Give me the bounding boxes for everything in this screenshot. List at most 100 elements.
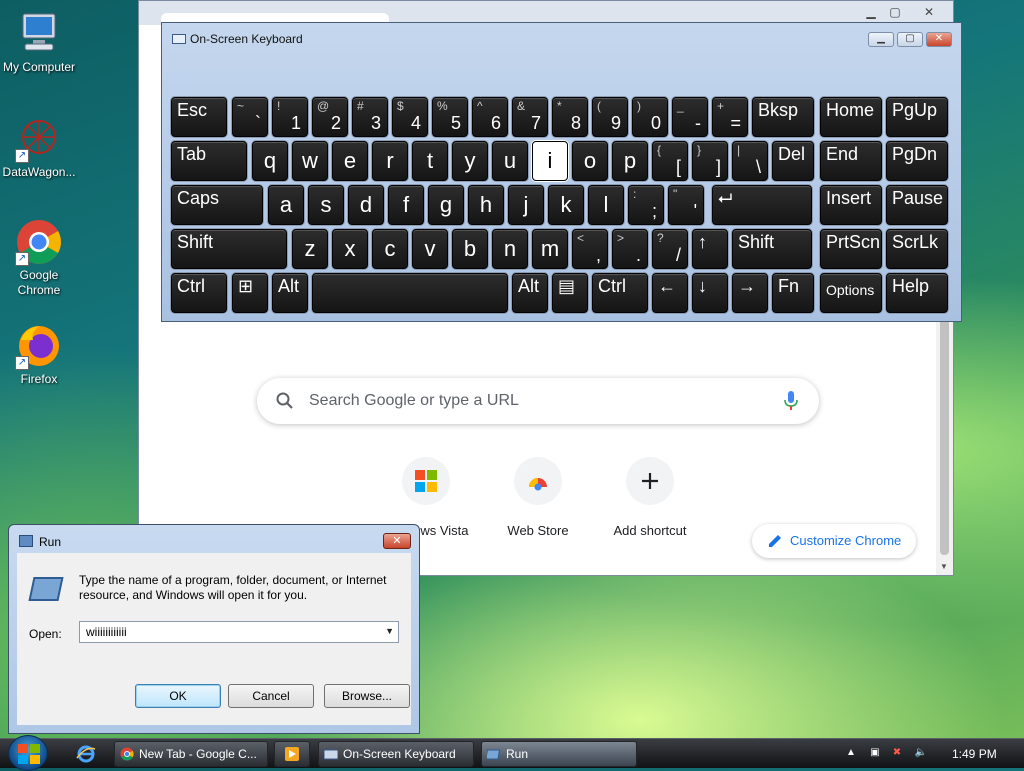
open-input[interactable] [84, 624, 374, 640]
key-v[interactable]: v [412, 229, 448, 269]
clock[interactable]: 1:49 PM [952, 747, 997, 761]
key-][interactable]: }] [692, 141, 728, 181]
key-i[interactable]: i [532, 141, 568, 181]
key-fn[interactable]: Fn [772, 273, 814, 313]
internet-explorer-icon[interactable] [76, 744, 96, 764]
key-9[interactable]: (9 [592, 97, 628, 137]
key-8[interactable]: * 8 [552, 97, 588, 137]
key-end[interactable]: End [820, 141, 882, 181]
key-o[interactable]: o [572, 141, 608, 181]
cancel-button[interactable]: Cancel [228, 684, 314, 708]
close-button[interactable]: ✕ [915, 5, 943, 21]
shortcut-tile-add-shortcut[interactable]: Add shortcut [594, 457, 706, 538]
key-bksp[interactable]: Bksp [752, 97, 814, 137]
key-pgup[interactable]: PgUp [886, 97, 948, 137]
close-button[interactable]: ✕ [926, 32, 952, 47]
ok-button[interactable]: OK [135, 684, 221, 708]
key-t[interactable]: t [412, 141, 448, 181]
key-prtscn[interactable]: PrtScn [820, 229, 882, 269]
key-r[interactable]: r [372, 141, 408, 181]
key-x[interactable]: x [332, 229, 368, 269]
key-symbol[interactable]: ▤ [552, 273, 588, 313]
key-pause[interactable]: Pause [886, 185, 948, 225]
customize-chrome-button[interactable]: Customize Chrome [752, 524, 916, 558]
open-combobox[interactable]: ▼ [79, 621, 399, 643]
key-0[interactable]: ) 0 [632, 97, 668, 137]
key-;[interactable]: :; [628, 185, 664, 225]
key-options[interactable]: Options [820, 273, 882, 313]
key-ctrl[interactable]: Ctrl [592, 273, 648, 313]
key-e[interactable]: e [332, 141, 368, 181]
key-s[interactable]: s [308, 185, 344, 225]
show-hidden-icons-icon[interactable]: ▲ [844, 747, 858, 761]
key-d[interactable]: d [348, 185, 384, 225]
desktop-icon-google-chrome[interactable]: ↗ Google Chrome [0, 218, 81, 298]
key-ctrl[interactable]: Ctrl [171, 273, 227, 313]
key-q[interactable]: q [252, 141, 288, 181]
key-y[interactable]: y [452, 141, 488, 181]
key-f[interactable]: f [388, 185, 424, 225]
key-c[interactable]: c [372, 229, 408, 269]
key-2[interactable]: @2 [312, 97, 348, 137]
close-button[interactable]: ✕ [383, 533, 411, 549]
key-7[interactable]: & 7 [512, 97, 548, 137]
taskbar-button-run[interactable]: Run [481, 741, 637, 767]
key-l[interactable]: l [588, 185, 624, 225]
key-caps[interactable]: Caps [171, 185, 263, 225]
key-h[interactable]: h [468, 185, 504, 225]
taskbar-button-media[interactable] [274, 741, 310, 767]
key-esc[interactable]: Esc [171, 97, 227, 137]
key-k[interactable]: k [548, 185, 584, 225]
key-space[interactable] [312, 273, 508, 313]
search-box[interactable]: Search Google or type a URL [257, 378, 819, 424]
desktop-icon-firefox[interactable]: ↗ Firefox [0, 322, 81, 387]
key-insert[interactable]: Insert [820, 185, 882, 225]
taskbar-button-on-screen-keyboard[interactable]: On-Screen Keyboard [318, 741, 474, 767]
desktop-icon-datawagon[interactable]: ↗ DataWagon... [0, 115, 81, 180]
key-6[interactable]: ^ 6 [472, 97, 508, 137]
key-g[interactable]: g [428, 185, 464, 225]
microphone-icon[interactable] [783, 390, 799, 412]
key-a[interactable]: a [268, 185, 304, 225]
start-button[interactable] [8, 735, 48, 771]
desktop-icon-my-computer[interactable]: My Computer [0, 10, 81, 75]
key-b[interactable]: b [452, 229, 488, 269]
key-1[interactable]: ! 1 [272, 97, 308, 137]
scroll-down-arrow-icon[interactable]: ▼ [940, 562, 948, 571]
key-5[interactable]: % 5 [432, 97, 468, 137]
key-\[interactable]: | \ [732, 141, 768, 181]
key-symbol[interactable]: ← [652, 273, 688, 313]
key-tab[interactable]: Tab [171, 141, 247, 181]
dropdown-arrow-icon[interactable]: ▼ [385, 626, 394, 636]
key-/[interactable]: ? / [652, 229, 688, 269]
shortcut-tile-web-store[interactable]: Web Store [482, 457, 594, 538]
key-symbol[interactable]: ⮠ [712, 185, 812, 225]
key-symbol[interactable]: ↑ [692, 229, 728, 269]
maximize-button[interactable]: ▢ [897, 32, 923, 47]
key-home[interactable]: Home [820, 97, 882, 137]
key-4[interactable]: $4 [392, 97, 428, 137]
taskbar-button-chrome[interactable]: New Tab - Google C... [114, 741, 268, 767]
maximize-button[interactable]: ▢ [881, 5, 909, 21]
key-3[interactable]: #3 [352, 97, 388, 137]
key-[[interactable]: {[ [652, 141, 688, 181]
key-symbol[interactable]: ⊞ [232, 273, 268, 313]
key-del[interactable]: Del [772, 141, 814, 181]
key--[interactable]: _ - [672, 97, 708, 137]
key-scrlk[interactable]: ScrLk [886, 229, 948, 269]
key-.[interactable]: >. [612, 229, 648, 269]
key-m[interactable]: m [532, 229, 568, 269]
key-`[interactable]: ~ ` [232, 97, 268, 137]
key-shift[interactable]: Shift [171, 229, 287, 269]
key-symbol[interactable]: ↓ [692, 273, 728, 313]
key-alt[interactable]: Alt [512, 273, 548, 313]
key-symbol[interactable]: → [732, 273, 768, 313]
browse-button[interactable]: Browse... [324, 684, 410, 708]
minimize-button[interactable]: ▁ [868, 32, 894, 47]
volume-icon[interactable]: 🔈 [914, 747, 928, 761]
key-z[interactable]: z [292, 229, 328, 269]
key-shift[interactable]: Shift [732, 229, 812, 269]
key-p[interactable]: p [612, 141, 648, 181]
key-'[interactable]: " ' [668, 185, 704, 225]
key-,[interactable]: <, [572, 229, 608, 269]
